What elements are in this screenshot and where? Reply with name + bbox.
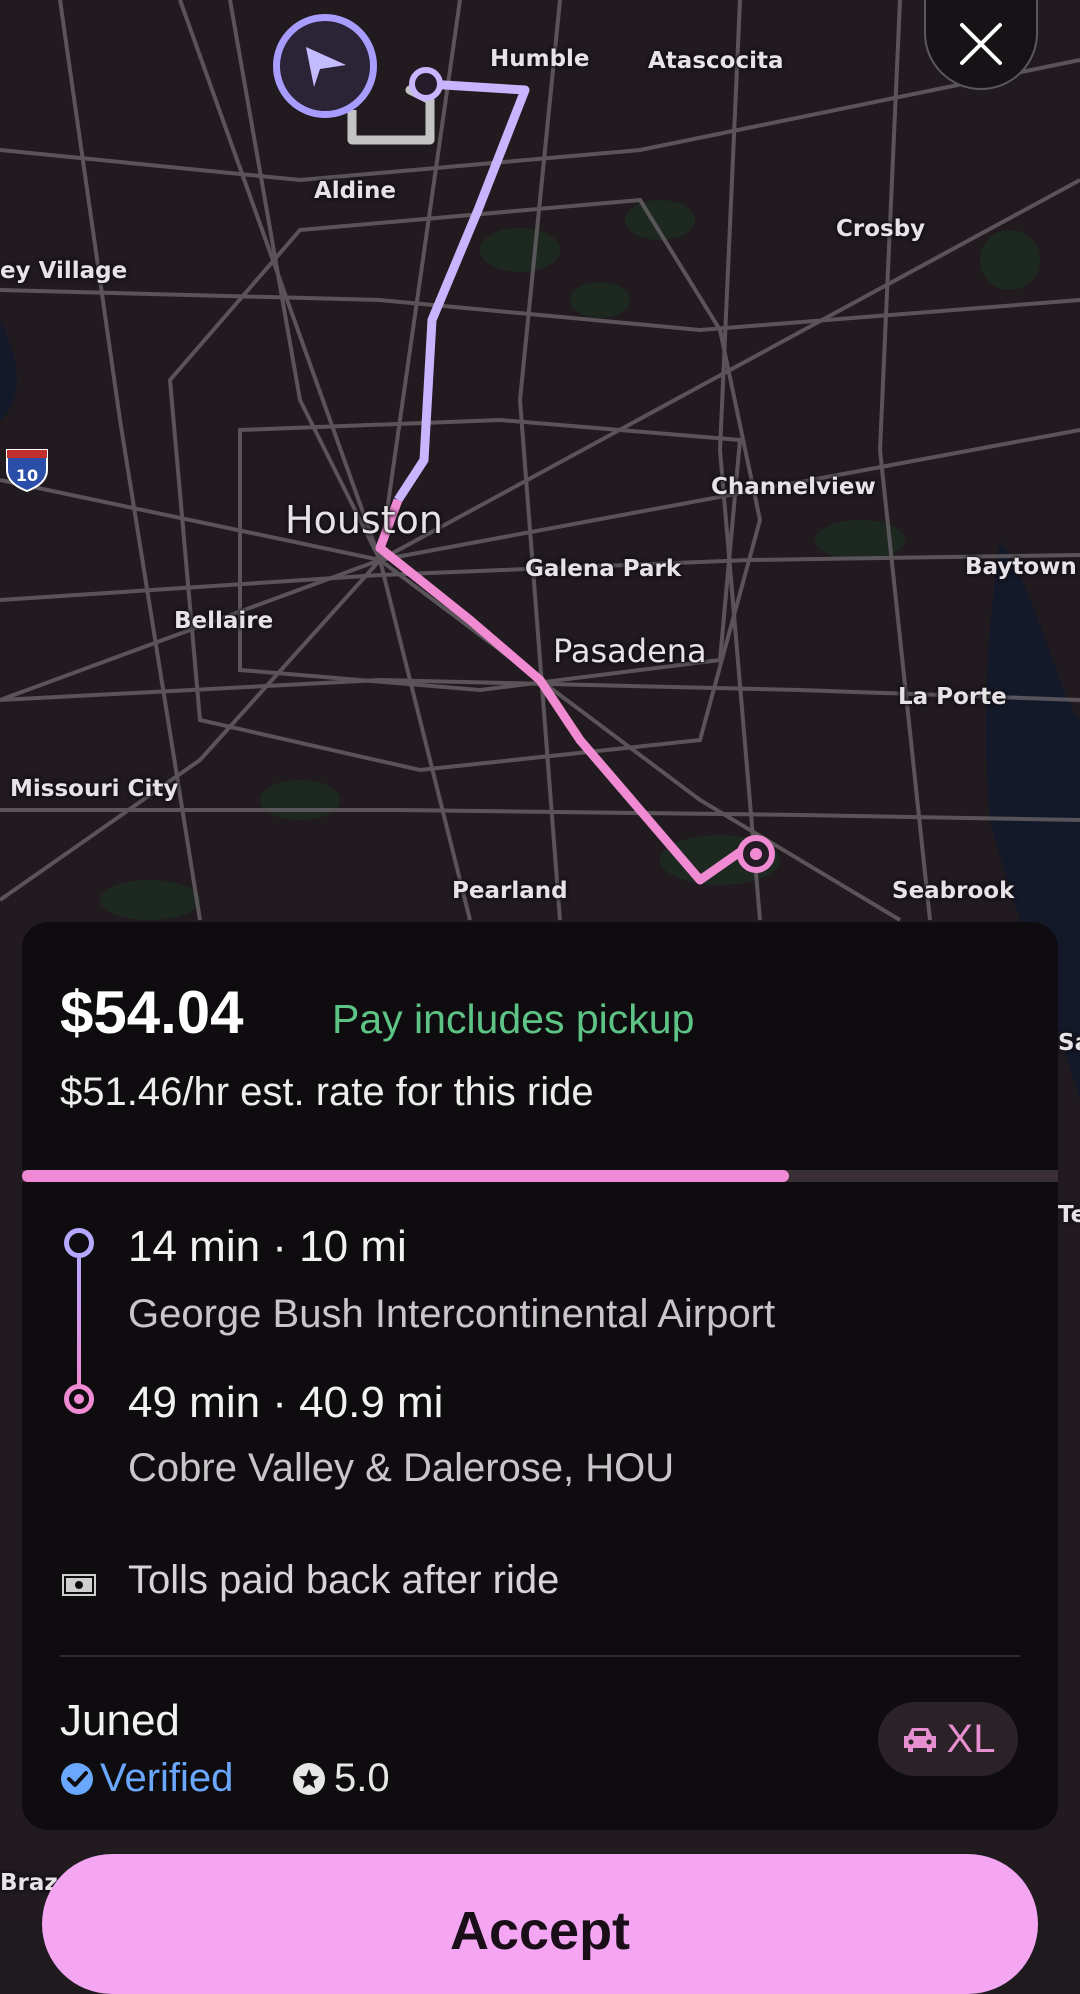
accept-label: Accept xyxy=(449,1901,631,1961)
check-circle-icon xyxy=(61,1762,93,1795)
pickup-time-distance: 14 min · 10 mi xyxy=(128,1222,407,1271)
rating-value: 5.0 xyxy=(334,1756,390,1800)
map-label-baytown: Baytown xyxy=(965,554,1077,580)
interstate-shield-icon: 10 xyxy=(5,446,49,493)
map-label-pearland: Pearland xyxy=(452,878,568,904)
map-label-galena-park: Galena Park xyxy=(525,556,682,582)
map-label-channelview: Channelview xyxy=(711,474,876,500)
map-label-atascocita: Atascocita xyxy=(648,48,784,74)
ride-type-label: XL xyxy=(946,1716,996,1761)
map-label-crosby: Crosby xyxy=(836,216,926,242)
fare-amount: $54.04 xyxy=(60,979,244,1046)
request-timer-bar xyxy=(22,1170,1058,1182)
map-label-sa: Sa xyxy=(1058,1030,1080,1056)
rider-rating: 5.0 xyxy=(292,1756,390,1801)
ride-type-badge: XL xyxy=(878,1702,1018,1776)
map-label-aldine: Aldine xyxy=(314,178,397,204)
verified-badge: Verified xyxy=(60,1756,233,1801)
map-label-ey-village: ey Village xyxy=(0,258,128,284)
interstate-number: 10 xyxy=(16,466,38,485)
map-label-houston: Houston xyxy=(285,498,443,542)
car-icon xyxy=(903,1728,936,1752)
map-label-la-porte: La Porte xyxy=(898,684,1007,710)
divider xyxy=(60,1655,1020,1657)
map-label-seabrook: Seabrook xyxy=(892,878,1015,904)
map-label-pasadena: Pasadena xyxy=(553,632,707,670)
tolls-note: Tolls paid back after ride xyxy=(128,1558,560,1602)
map-label-te: Te xyxy=(1058,1202,1080,1228)
map-label-bellaire: Bellaire xyxy=(174,608,274,634)
route-connector xyxy=(77,1258,81,1386)
pickup-address: George Bush Intercontinental Airport xyxy=(128,1292,776,1336)
pickup-dot-icon xyxy=(64,1228,94,1258)
pickup-marker xyxy=(409,67,443,101)
request-timer-fill xyxy=(22,1170,789,1182)
hourly-rate: $51.46/hr est. rate for this ride xyxy=(60,1070,594,1114)
close-icon xyxy=(960,23,1002,65)
fare-note: Pay includes pickup xyxy=(332,996,695,1042)
dropoff-time-distance: 49 min · 40.9 mi xyxy=(128,1378,444,1427)
navigation-button[interactable] xyxy=(273,14,377,118)
navigation-arrow-icon xyxy=(306,47,346,87)
verified-label: Verified xyxy=(100,1756,234,1800)
cash-icon xyxy=(62,1574,96,1596)
accept-button[interactable]: Accept xyxy=(42,1854,1038,1994)
rider-name: Juned xyxy=(60,1696,180,1745)
dropoff-marker xyxy=(737,835,775,873)
star-icon xyxy=(293,1762,325,1795)
ride-request-card: $54.04 Pay includes pickup $51.46/hr est… xyxy=(22,922,1058,1830)
dropoff-address: Cobre Valley & Dalerose, HOU xyxy=(128,1446,675,1490)
map-label-humble: Humble xyxy=(490,46,590,72)
map-label-missouri-city: Missouri City xyxy=(10,776,179,802)
dropoff-dot-icon xyxy=(64,1384,94,1414)
